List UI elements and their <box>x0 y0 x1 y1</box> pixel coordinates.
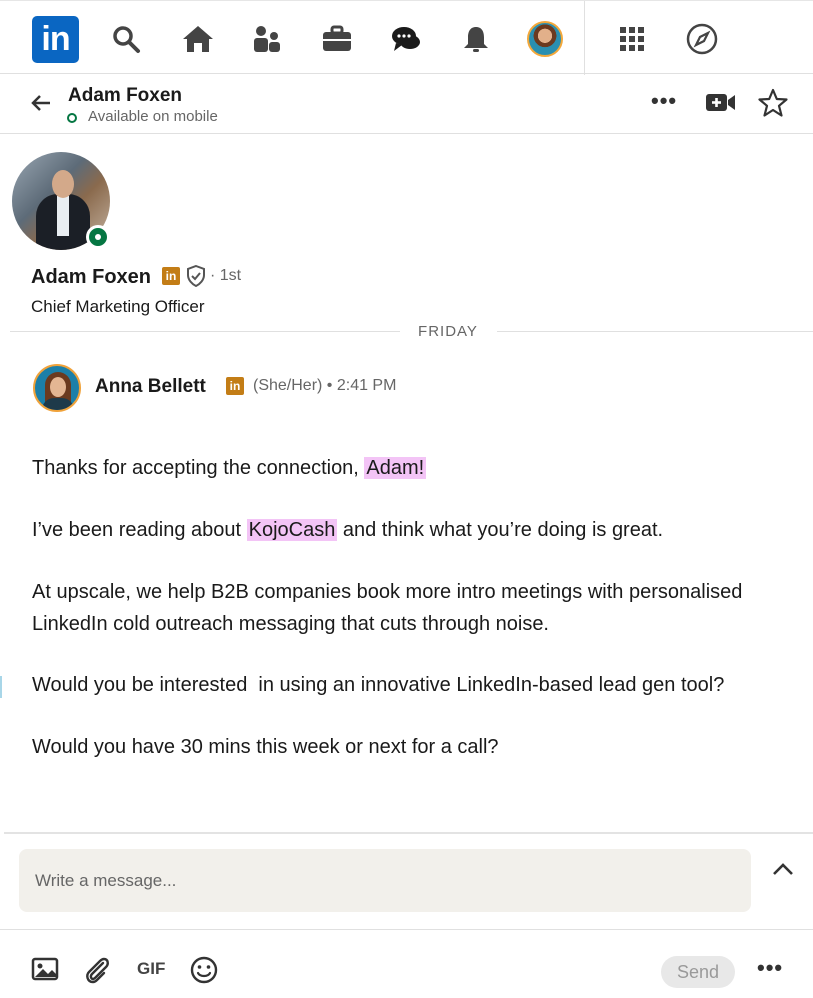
highlighted-text: Adam! <box>364 457 427 479</box>
day-divider-line <box>10 331 400 332</box>
star-icon[interactable] <box>758 88 788 123</box>
message-sender-name[interactable]: Anna Bellett <box>95 376 206 398</box>
apps-grid-icon[interactable] <box>612 17 652 61</box>
availability-status: Available on mobile <box>88 108 218 125</box>
network-icon[interactable] <box>247 17 287 61</box>
compose-divider <box>4 832 813 834</box>
jobs-icon[interactable] <box>317 17 357 61</box>
linkedin-premium-badge-icon: in <box>162 267 180 285</box>
nav-divider <box>584 1 585 75</box>
top-nav: in <box>0 0 813 75</box>
home-icon[interactable] <box>178 17 218 61</box>
messaging-icon[interactable] <box>386 17 426 61</box>
me-avatar[interactable] <box>527 21 563 57</box>
sender-avatar[interactable] <box>33 364 81 412</box>
conversation-name[interactable]: Adam Foxen <box>68 85 182 107</box>
video-call-icon[interactable] <box>705 90 737 119</box>
profile-headline: Chief Marketing Officer <box>31 297 205 316</box>
linkedin-logo[interactable]: in <box>32 16 79 63</box>
message-paragraph: Thanks for accepting the connection, Ada… <box>32 457 427 479</box>
conversation-header: Adam Foxen Available on mobile ••• <box>0 74 813 134</box>
toolbar-divider <box>0 929 813 930</box>
emoji-icon[interactable] <box>189 955 219 990</box>
paperclip-icon[interactable] <box>83 955 111 990</box>
search-icon[interactable] <box>106 17 146 61</box>
profile-name[interactable]: Adam Foxen <box>31 266 151 289</box>
expand-compose-chevron-icon[interactable] <box>770 857 796 888</box>
verified-shield-icon <box>186 264 206 292</box>
notifications-icon[interactable] <box>456 17 496 61</box>
message-paragraph: Would you be interested in using an inno… <box>32 674 725 696</box>
online-status-icon <box>67 113 77 123</box>
compass-icon[interactable] <box>682 17 722 61</box>
back-arrow-icon[interactable] <box>28 90 54 116</box>
connection-degree: · 1st <box>210 267 242 284</box>
compose-more-options-button[interactable]: ••• <box>757 955 783 981</box>
image-attach-icon[interactable] <box>31 955 59 988</box>
message-paragraph: Would you have 30 mins this week or next… <box>32 736 499 758</box>
linkedin-premium-badge-icon: in <box>226 377 244 395</box>
message-compose-box[interactable] <box>19 849 751 912</box>
message-input[interactable] <box>19 849 751 912</box>
day-divider-label: FRIDAY <box>418 323 478 340</box>
scroll-accent <box>0 676 2 698</box>
gif-button[interactable]: GIF <box>137 959 165 979</box>
message-paragraph: At upscale, we help B2B companies book m… <box>32 581 743 635</box>
day-divider-line <box>497 331 813 332</box>
message-paragraph: I’ve been reading about KojoCash and thi… <box>32 519 664 541</box>
send-button[interactable]: Send <box>661 956 735 988</box>
online-indicator-icon <box>86 225 110 249</box>
more-options-button[interactable]: ••• <box>651 88 677 114</box>
highlighted-text: KojoCash <box>246 519 338 541</box>
message-meta: (She/Her) • 2:41 PM <box>253 377 397 394</box>
